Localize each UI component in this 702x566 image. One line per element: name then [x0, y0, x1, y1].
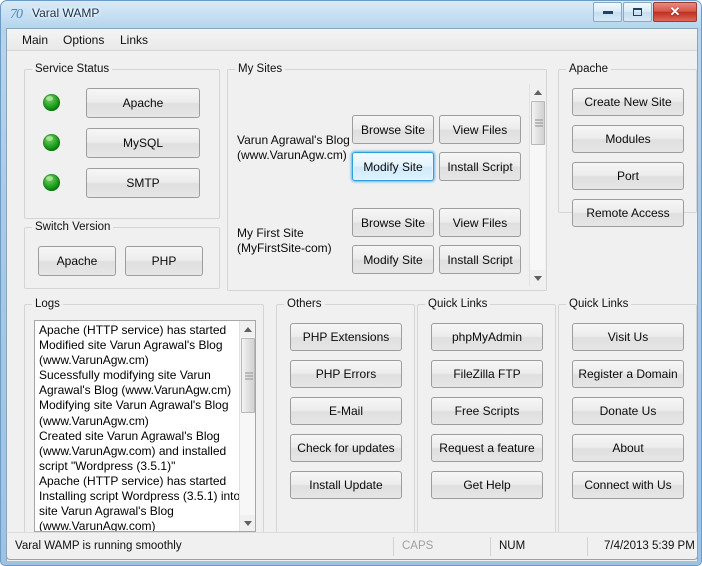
- my-sites-legend: My Sites: [235, 62, 286, 76]
- client-area: Main Options Links Service Status Apache…: [6, 28, 698, 561]
- window-title: Varal WAMP: [32, 6, 100, 20]
- logs-scrollbar[interactable]: [239, 321, 255, 531]
- mysql-status-led: [43, 134, 60, 151]
- modules-button[interactable]: Modules: [572, 125, 684, 153]
- filezilla-ftp-button[interactable]: FileZilla FTP: [431, 360, 543, 388]
- status-separator-3: [587, 537, 588, 556]
- minimize-icon: [594, 7, 621, 17]
- php-extensions-button[interactable]: PHP Extensions: [290, 323, 402, 351]
- check-for-updates-button[interactable]: Check for updates: [290, 434, 402, 462]
- apache-legend: Apache: [566, 62, 612, 76]
- create-new-site-button[interactable]: Create New Site: [572, 88, 684, 116]
- request-a-feature-button[interactable]: Request a feature: [431, 434, 543, 462]
- scroll-grip-icon: [245, 372, 253, 379]
- phpmyadmin-button[interactable]: phpMyAdmin: [431, 323, 543, 351]
- free-scripts-button[interactable]: Free Scripts: [431, 397, 543, 425]
- quick-links-1-legend: Quick Links: [425, 297, 491, 311]
- apache-group: Apache Create New Site Modules Port Remo…: [558, 62, 697, 227]
- application-window: 70 Varal WAMP ✕ Main Options Links Servi…: [0, 0, 702, 566]
- apache-status-led: [43, 94, 60, 111]
- get-help-button[interactable]: Get Help: [431, 471, 543, 499]
- menu-item-links[interactable]: Links: [115, 32, 153, 48]
- site-1-view-files-button[interactable]: View Files: [439, 115, 521, 144]
- quick-links-2-legend: Quick Links: [566, 297, 632, 311]
- register-a-domain-button[interactable]: Register a Domain: [572, 360, 684, 388]
- menu-item-main[interactable]: Main: [17, 32, 53, 48]
- site-1-browse-site-button[interactable]: Browse Site: [352, 115, 434, 144]
- chevron-down-icon: [244, 520, 252, 526]
- service-status-group: Service Status Apache MySQL SMTP: [24, 62, 220, 219]
- logs-group: Logs Apache (HTTP service) has started M…: [24, 297, 264, 546]
- my-sites-scrollbar[interactable]: [529, 84, 546, 286]
- visit-us-button[interactable]: Visit Us: [572, 323, 684, 351]
- port-button[interactable]: Port: [572, 162, 684, 190]
- chevron-up-icon: [534, 89, 542, 95]
- logs-text: Apache (HTTP service) has started Modifi…: [39, 323, 241, 532]
- donate-us-button[interactable]: Donate Us: [572, 397, 684, 425]
- smtp-service-button[interactable]: SMTP: [86, 168, 200, 198]
- connect-with-us-button[interactable]: Connect with Us: [572, 471, 684, 499]
- close-button[interactable]: ✕: [653, 2, 697, 22]
- app-logo-icon: 70: [10, 7, 23, 22]
- site-2-url: (MyFirstSite-com): [237, 241, 332, 255]
- site-2-modify-site-button[interactable]: Modify Site: [352, 245, 434, 274]
- logs-textbox[interactable]: Apache (HTTP service) has started Modifi…: [34, 320, 256, 532]
- site-1-modify-site-button[interactable]: Modify Site: [352, 152, 434, 181]
- others-legend: Others: [284, 297, 325, 311]
- logs-legend: Logs: [32, 297, 63, 311]
- site-1-install-script-button[interactable]: Install Script: [439, 152, 521, 181]
- chevron-down-icon: [534, 275, 542, 281]
- smtp-status-led: [43, 174, 60, 191]
- menu-bar: Main Options Links: [7, 29, 697, 51]
- email-button[interactable]: E-Mail: [290, 397, 402, 425]
- logs-scroll-up-button[interactable]: [240, 321, 255, 337]
- status-separator-2: [490, 537, 491, 556]
- site-2-view-files-button[interactable]: View Files: [439, 208, 521, 237]
- switch-php-button[interactable]: PHP: [125, 246, 203, 276]
- quick-links-2-group: Quick Links Visit Us Register a Domain D…: [558, 297, 697, 546]
- others-group: Others PHP Extensions PHP Errors E-Mail …: [276, 297, 415, 546]
- mysql-service-button[interactable]: MySQL: [86, 128, 200, 158]
- switch-apache-button[interactable]: Apache: [38, 246, 116, 276]
- minimize-button[interactable]: [593, 2, 622, 22]
- service-status-legend: Service Status: [32, 62, 113, 76]
- maximize-button[interactable]: [623, 2, 652, 22]
- title-bar[interactable]: 70 Varal WAMP ✕: [1, 1, 701, 28]
- site-1-url: (www.VarunAgw.cm): [237, 148, 347, 162]
- logs-scroll-down-button[interactable]: [240, 515, 255, 531]
- about-button[interactable]: About: [572, 434, 684, 462]
- quick-links-1-group: Quick Links phpMyAdmin FileZilla FTP Fre…: [417, 297, 556, 546]
- site-2-install-script-button[interactable]: Install Script: [439, 245, 521, 274]
- php-errors-button[interactable]: PHP Errors: [290, 360, 402, 388]
- logs-scroll-thumb[interactable]: [241, 338, 255, 413]
- close-icon: ✕: [669, 4, 681, 19]
- status-separator-1: [393, 537, 394, 556]
- my-sites-scroll-thumb[interactable]: [531, 101, 545, 145]
- site-2-browse-site-button[interactable]: Browse Site: [352, 208, 434, 237]
- install-update-button[interactable]: Install Update: [290, 471, 402, 499]
- status-bar: Varal WAMP is running smoothly CAPS NUM …: [6, 532, 698, 560]
- chevron-up-icon: [244, 326, 252, 332]
- status-datetime: 7/4/2013 5:39 PM: [604, 540, 695, 552]
- my-sites-scroll-down-button[interactable]: [530, 270, 546, 286]
- switch-version-legend: Switch Version: [32, 220, 114, 234]
- site-1-name: Varun Agrawal's Blog: [237, 133, 350, 147]
- status-caps-indicator: CAPS: [402, 540, 434, 552]
- scroll-grip-icon: [535, 119, 543, 127]
- my-sites-scroll-up-button[interactable]: [530, 84, 546, 100]
- my-sites-group: My Sites Varun Agrawal's Blog (www.Varun…: [227, 62, 547, 291]
- apache-service-button[interactable]: Apache: [86, 88, 200, 118]
- status-message: Varal WAMP is running smoothly: [15, 540, 182, 552]
- switch-version-group: Switch Version Apache PHP: [24, 220, 220, 289]
- status-num-indicator: NUM: [499, 540, 526, 552]
- remote-access-button[interactable]: Remote Access: [572, 199, 684, 227]
- maximize-icon: [624, 7, 651, 17]
- menu-item-options[interactable]: Options: [58, 32, 109, 48]
- site-2-name: My First Site: [237, 226, 304, 240]
